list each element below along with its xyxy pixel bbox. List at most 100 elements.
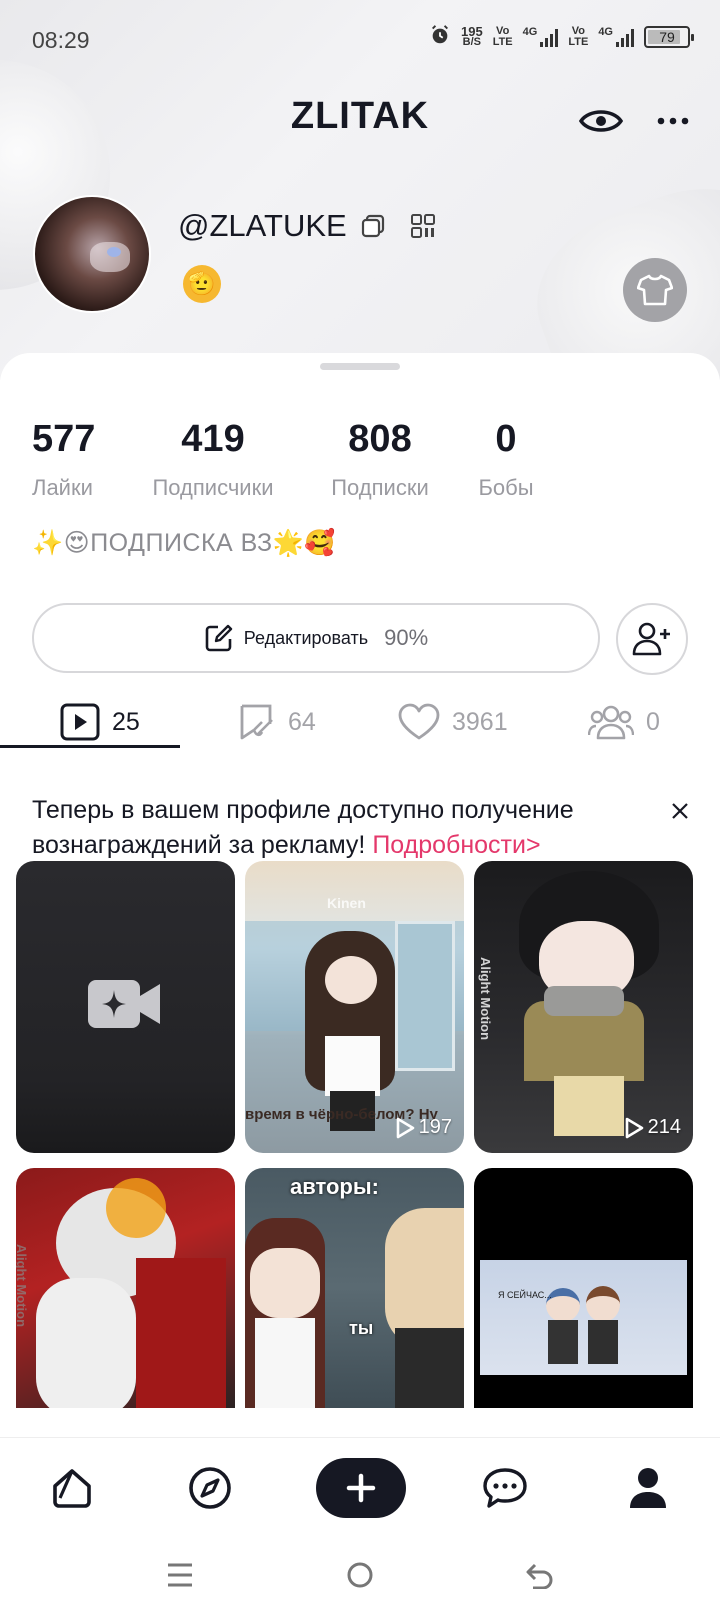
repost-icon: [240, 704, 273, 740]
nav-profile[interactable]: [618, 1458, 678, 1518]
tab-count: 0: [646, 707, 660, 736]
tab-count: 64: [288, 707, 316, 736]
compass-icon: [189, 1467, 231, 1509]
more-dots-icon: [657, 117, 689, 125]
stat-label: Бобы: [478, 475, 534, 500]
stat-value: 808: [348, 418, 412, 460]
stat-likes[interactable]: 577 Лайки: [32, 418, 95, 501]
watermark: Alight Motion: [16, 1243, 30, 1328]
recent-apps-button[interactable]: [160, 1555, 200, 1595]
status-bar: 08:29 195 B/S Vo LTE 4G Vo LTE 4G 79: [0, 0, 720, 80]
video-tile[interactable]: Я СЕЙЧАС...: [474, 1168, 693, 1408]
bottom-navigation: [0, 1437, 720, 1537]
sim1-volte-bottom: LTE: [492, 35, 513, 48]
heart-icon: [398, 703, 440, 740]
plus-icon: [346, 1473, 376, 1503]
add-user-icon: [632, 622, 670, 656]
sim2-volte-top: Vo: [571, 24, 585, 37]
promo-link[interactable]: Подробности>: [372, 831, 540, 859]
system-navigation: [0, 1537, 720, 1612]
profile-views-button[interactable]: [578, 98, 624, 144]
sim2-volte-bottom: LTE: [568, 35, 589, 48]
battery-level: 79: [659, 28, 675, 45]
tab-reposts[interactable]: 64: [236, 683, 316, 761]
eye-icon: [579, 110, 623, 132]
nav-messages[interactable]: [475, 1458, 535, 1518]
circle-icon: [347, 1562, 373, 1588]
chat-bubble-icon: [483, 1468, 527, 1508]
video-tile[interactable]: Kinen время в чёрно-белом? Ну 197: [245, 861, 464, 1153]
add-friend-button[interactable]: [616, 603, 688, 675]
group-icon: [588, 705, 634, 740]
username: @ZLATUKE: [178, 208, 347, 243]
network-speed-value: 195: [460, 23, 483, 39]
video-tile[interactable]: Alight Motion: [16, 1168, 235, 1408]
stat-value: 419: [181, 418, 245, 460]
sim2-signal: 4G: [598, 25, 634, 47]
drag-handle[interactable]: [320, 363, 400, 370]
content-tabs: 25 64 3961 0: [0, 683, 720, 761]
video-caption-top: авторы:: [290, 1174, 379, 1199]
play-icon: [625, 1117, 643, 1138]
menu-lines-icon: [168, 1563, 192, 1587]
nav-discover[interactable]: [180, 1458, 240, 1518]
status-time: 08:29: [32, 27, 90, 53]
sim1-volte: Vo LTE: [492, 24, 513, 48]
home-icon: [53, 1469, 91, 1508]
tab-likes[interactable]: 3961: [398, 683, 508, 761]
network-speed: 195 B/S: [460, 23, 483, 48]
decoration-shape: [513, 161, 720, 380]
sim2-gen: 4G: [598, 25, 613, 38]
stat-value: 0: [495, 418, 517, 460]
back-button[interactable]: [520, 1555, 560, 1595]
close-icon: [672, 803, 688, 819]
video-tile[interactable]: авторы: ты: [245, 1168, 464, 1408]
outfit-button[interactable]: [623, 258, 687, 322]
create-button[interactable]: [316, 1458, 406, 1518]
bio-text: ✨😍ПОДПИСКА ВЗ🌟🥰: [32, 529, 336, 557]
video-tile[interactable]: Alight Motion 214: [474, 861, 693, 1153]
edit-profile-button[interactable]: Редактировать 90%: [32, 603, 600, 673]
home-button[interactable]: [340, 1555, 380, 1595]
video-caption: Я СЕЙЧАС...: [498, 1290, 552, 1300]
back-arrow-icon: [526, 1563, 553, 1589]
tshirt-icon: [637, 274, 673, 306]
tab-active-indicator: [0, 745, 180, 748]
view-count-value: 214: [647, 1116, 681, 1138]
stat-label: Лайки: [32, 475, 93, 500]
status-emoji[interactable]: 🫡: [183, 265, 221, 303]
profile-sheet: 577 Лайки 419 Подписчики 808 Подписки 0 …: [0, 353, 720, 1443]
stat-label: Подписки: [331, 475, 429, 500]
signal-bars-icon: [540, 27, 559, 47]
copy-icon[interactable]: [360, 213, 386, 244]
video-caption: ты: [349, 1318, 374, 1338]
view-count: 197: [395, 1116, 452, 1139]
profile-icon: [630, 1468, 666, 1508]
video-camera-icon: [88, 980, 160, 1028]
more-options-button[interactable]: [650, 98, 696, 144]
promo-close-button[interactable]: [664, 795, 696, 827]
qr-code-icon[interactable]: [410, 213, 436, 244]
tab-friends[interactable]: 0: [588, 683, 660, 761]
stat-followers[interactable]: 419 Подписчики: [143, 418, 283, 501]
edit-profile-label: Редактировать: [243, 627, 369, 648]
profile-completion: 90%: [384, 625, 429, 650]
sim1-gen: 4G: [522, 25, 538, 38]
play-icon: [396, 1117, 414, 1138]
sim1-volte-top: Vo: [496, 24, 510, 37]
tab-videos[interactable]: 25: [60, 683, 140, 761]
status-icons: 195 B/S Vo LTE 4G Vo LTE 4G 79: [429, 23, 694, 49]
avatar[interactable]: [33, 195, 151, 313]
stat-value: 577: [32, 418, 96, 460]
nav-home[interactable]: [42, 1458, 102, 1518]
signal-bars-icon: [616, 27, 634, 47]
watermark: Kinen: [327, 895, 366, 911]
tab-count: 25: [112, 707, 140, 736]
edit-icon: [205, 624, 232, 652]
stat-following[interactable]: 808 Подписки: [320, 418, 440, 501]
stat-beans[interactable]: 0 Бобы: [474, 418, 538, 501]
view-count-value: 197: [418, 1116, 452, 1138]
tab-count: 3961: [452, 707, 508, 736]
network-speed-unit: B/S: [462, 35, 481, 48]
create-video-tile[interactable]: [16, 861, 235, 1153]
